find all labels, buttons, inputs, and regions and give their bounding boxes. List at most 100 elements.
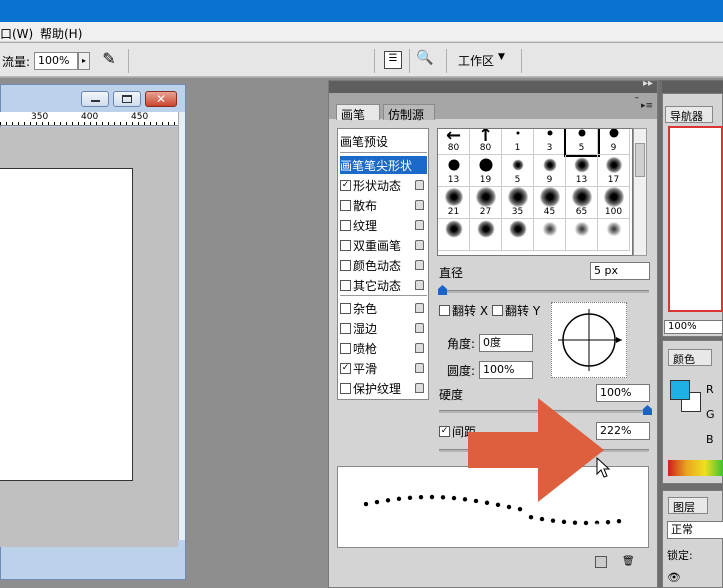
brush-section-item[interactable]: 画笔笔尖形状 [340,156,427,174]
section-checkbox[interactable] [340,279,351,291]
flow-input[interactable]: 100% [34,52,78,70]
foreground-color-swatch[interactable] [670,380,690,400]
lock-icon[interactable] [415,363,424,373]
brush-tip-cell[interactable]: 13 [566,155,598,187]
brush-tip-cell[interactable]: 1 [502,129,534,155]
flip-y-checkbox[interactable] [492,305,504,316]
brush-tip-cell[interactable] [598,219,630,251]
section-checkbox[interactable] [340,342,351,354]
palette-well-icon[interactable]: ☰ [384,51,402,69]
section-checkbox[interactable] [340,219,351,231]
lock-icon[interactable] [415,303,424,313]
tab-clone-source[interactable]: 仿制源 [383,104,435,122]
angle-roundness-preview[interactable] [551,302,627,378]
brush-section-item[interactable]: 湿边 [340,319,427,337]
navigator-thumbnail[interactable] [668,126,723,312]
lock-icon[interactable] [415,220,424,230]
color-spectrum-bar[interactable] [668,460,723,476]
brush-tip-cell[interactable]: 17 [598,155,630,187]
section-checkbox[interactable] [340,322,351,334]
section-checkbox[interactable] [340,239,351,251]
spacing-checkbox[interactable]: ✓ [439,426,450,437]
brush-tip-cell[interactable]: 9 [534,155,566,187]
panel-minimize-icon[interactable]: – [635,93,640,103]
tab-layers[interactable]: 图层 [668,497,708,514]
flip-x-checkbox[interactable] [439,305,450,316]
brush-tip-cell[interactable]: 5 [502,155,534,187]
panel-drag-bar[interactable]: ▸▸ [329,78,657,93]
brush-tip-cell[interactable]: ← 80 [438,129,470,155]
navigator-zoom-input[interactable]: 100% [664,320,723,334]
lock-icon[interactable] [415,383,424,393]
brush-tip-cell[interactable]: 45 [534,187,566,219]
brush-section-item[interactable]: 散布 [340,196,427,214]
brush-tip-cell[interactable]: 19 [470,155,502,187]
tab-navigator[interactable]: 导航器 [665,106,713,123]
workspace-dropdown-icon[interactable]: ▼ [498,52,505,62]
brush-tip-cell[interactable]: 21 [438,187,470,219]
lock-icon[interactable] [415,280,424,290]
brush-tip-cell[interactable]: 65 [566,187,598,219]
maximize-button[interactable] [113,91,141,107]
vertical-scrollbar[interactable] [178,112,185,540]
roundness-input[interactable]: 100% [479,361,533,379]
brush-tip-cell[interactable] [566,219,598,251]
new-preset-icon[interactable] [595,556,607,568]
airbrush-icon[interactable]: ✎ [98,49,120,71]
menu-window[interactable]: 口(W) [0,25,33,42]
lock-icon[interactable] [415,180,424,190]
workspace-menu[interactable]: 工作区 [458,52,494,69]
brush-tip-cell[interactable] [534,219,566,251]
document-canvas[interactable] [0,168,133,481]
flow-dropdown-arrow-icon[interactable]: ▸ [78,52,90,70]
brush-tip-cell[interactable]: 3 [534,129,566,155]
brush-tip-cell[interactable] [438,219,470,251]
diameter-input[interactable]: 5 px [590,262,650,280]
brush-tip-cell[interactable]: 35 [502,187,534,219]
spacing-input[interactable]: 222% [596,422,650,440]
section-checkbox[interactable]: ✓ [340,179,351,191]
eye-icon[interactable]: 👁 [667,571,681,585]
lock-icon[interactable] [415,323,424,333]
brush-section-item[interactable]: 保护纹理 [340,379,427,397]
brush-section-item[interactable]: ✓ 平滑 [340,359,427,377]
brush-section-item[interactable]: 喷枪 [340,339,427,357]
tab-color[interactable]: 颜色 [668,349,712,366]
hardness-input[interactable]: 100% [596,384,650,402]
section-checkbox[interactable]: ✓ [340,362,351,374]
diameter-slider[interactable] [439,290,649,293]
angle-input[interactable]: 0度 [479,334,533,352]
section-checkbox[interactable] [340,199,351,211]
section-checkbox[interactable] [340,382,351,394]
brush-section-item[interactable]: 双重画笔 [340,236,427,254]
brush-section-item[interactable]: 纹理 [340,216,427,234]
close-button[interactable]: ✕ [145,91,177,107]
lock-icon[interactable] [415,240,424,250]
brush-grid-scrollbar[interactable] [633,128,647,256]
brush-section-item[interactable]: 颜色动态 [340,256,427,274]
brush-presets-item[interactable]: 画笔预设 [340,132,427,150]
bridge-icon[interactable]: 🔍 [416,50,440,70]
minimize-button[interactable] [81,91,109,107]
menu-help[interactable]: 帮助(H) [40,25,82,42]
blend-mode-select[interactable]: 正常 [667,521,723,539]
brush-tip-cell[interactable]: 9 [598,129,630,155]
brush-tip-cell[interactable]: ↑ 80 [470,129,502,155]
lock-icon[interactable] [415,343,424,353]
section-checkbox[interactable] [340,259,351,271]
brush-tip-cell[interactable] [470,219,502,251]
lock-icon[interactable] [415,260,424,270]
brush-tip-cell[interactable]: 5 [564,129,600,157]
tab-brush[interactable]: 画笔✕ [336,104,380,137]
lock-icon[interactable] [415,200,424,210]
section-checkbox[interactable] [340,302,351,314]
trash-icon[interactable]: 🗑 [622,556,635,568]
collapse-icon[interactable]: ▸▸ [643,78,653,89]
brush-section-item[interactable]: 其它动态 [340,276,427,294]
brush-section-item[interactable]: ✓ 形状动态 [340,176,427,194]
brush-tip-cell[interactable]: 100 [598,187,630,219]
brush-section-item[interactable]: 杂色 [340,299,427,317]
brush-tip-cell[interactable] [502,219,534,251]
brush-tip-grid[interactable]: ← 80 ↑ 80 1 3 5 9 13 19 5 9 13 17 21 27 35 45 65 100 [437,128,633,256]
brush-tip-cell[interactable]: 13 [438,155,470,187]
